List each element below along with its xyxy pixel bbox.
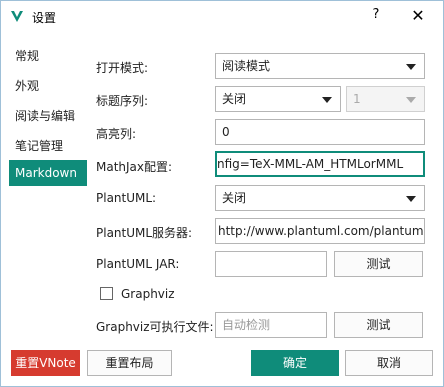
dialog-title: 设置 (32, 11, 57, 25)
chevron-down-icon (406, 97, 416, 103)
highlight-column-input[interactable]: 0 (215, 119, 425, 145)
plantuml-select[interactable]: 关闭 (215, 185, 425, 211)
plantuml-server-input[interactable]: http://www.plantuml.com/plantuml (215, 218, 425, 244)
graphviz-exec-placeholder: 自动检测 (222, 318, 271, 332)
chevron-down-icon (406, 196, 416, 202)
help-button[interactable]: ? (368, 7, 384, 25)
mathjax-config-input[interactable]: nfig=TeX-MML-AM_HTMLorMML (215, 151, 425, 177)
heading-sequence-label: 标题序列: (96, 94, 149, 108)
graphviz-checkbox[interactable] (100, 287, 113, 300)
sidebar-item-appearance[interactable]: 外观 (9, 73, 87, 99)
settings-dialog: 设置 ? ✕ 常规 外观 阅读与编辑 笔记管理 Markdown 打开模式: 阅… (0, 0, 444, 387)
heading-level-value: 1 (353, 92, 361, 106)
open-mode-label: 打开模式: (96, 61, 149, 75)
plantuml-value: 关闭 (222, 191, 247, 205)
mathjax-config-label: MathJax配置: (96, 160, 173, 174)
highlight-column-value: 0 (222, 125, 230, 139)
graphviz-exec-label: Graphviz可执行文件: (96, 320, 214, 334)
title-bar: 设置 ? ✕ (1, 1, 443, 32)
sidebar-item-markdown[interactable]: Markdown (9, 160, 87, 186)
mathjax-config-value: nfig=TeX-MML-AM_HTMLorMML (217, 157, 404, 171)
plantuml-jar-label: PlantUML JAR: (96, 257, 180, 271)
open-mode-value: 阅读模式 (222, 59, 271, 73)
reset-layout-button[interactable]: 重置布局 (87, 350, 172, 376)
sidebar-item-note-management[interactable]: 笔记管理 (9, 133, 87, 159)
close-button[interactable]: ✕ (407, 6, 429, 26)
graphviz-label: Graphviz (121, 287, 175, 301)
heading-sequence-select[interactable]: 关闭 (215, 86, 341, 112)
ok-button[interactable]: 确定 (251, 350, 339, 376)
settings-sidebar: 常规 外观 阅读与编辑 笔记管理 Markdown (9, 39, 87, 339)
heading-level-select[interactable]: 1 (346, 86, 425, 112)
highlight-column-label: 高亮列: (96, 127, 137, 141)
graphviz-exec-test-button[interactable]: 测试 (334, 312, 423, 338)
cancel-button[interactable]: 取消 (345, 350, 433, 376)
sidebar-item-read-edit[interactable]: 阅读与编辑 (9, 103, 87, 129)
reset-vnote-button[interactable]: 重置VNote (11, 350, 80, 376)
chevron-down-icon (322, 97, 332, 103)
sidebar-item-general[interactable]: 常规 (9, 43, 87, 69)
plantuml-label: PlantUML: (96, 191, 157, 205)
chevron-down-icon (406, 64, 416, 70)
plantuml-jar-input[interactable] (215, 251, 327, 277)
plantuml-server-label: PlantUML服务器: (96, 226, 193, 240)
open-mode-select[interactable]: 阅读模式 (215, 53, 425, 79)
graphviz-exec-input[interactable]: 自动检测 (215, 312, 327, 338)
heading-sequence-value: 关闭 (222, 92, 247, 106)
plantuml-jar-test-button[interactable]: 测试 (334, 251, 423, 277)
plantuml-server-value: http://www.plantuml.com/plantuml (218, 224, 425, 238)
vnote-logo-icon (11, 11, 23, 22)
